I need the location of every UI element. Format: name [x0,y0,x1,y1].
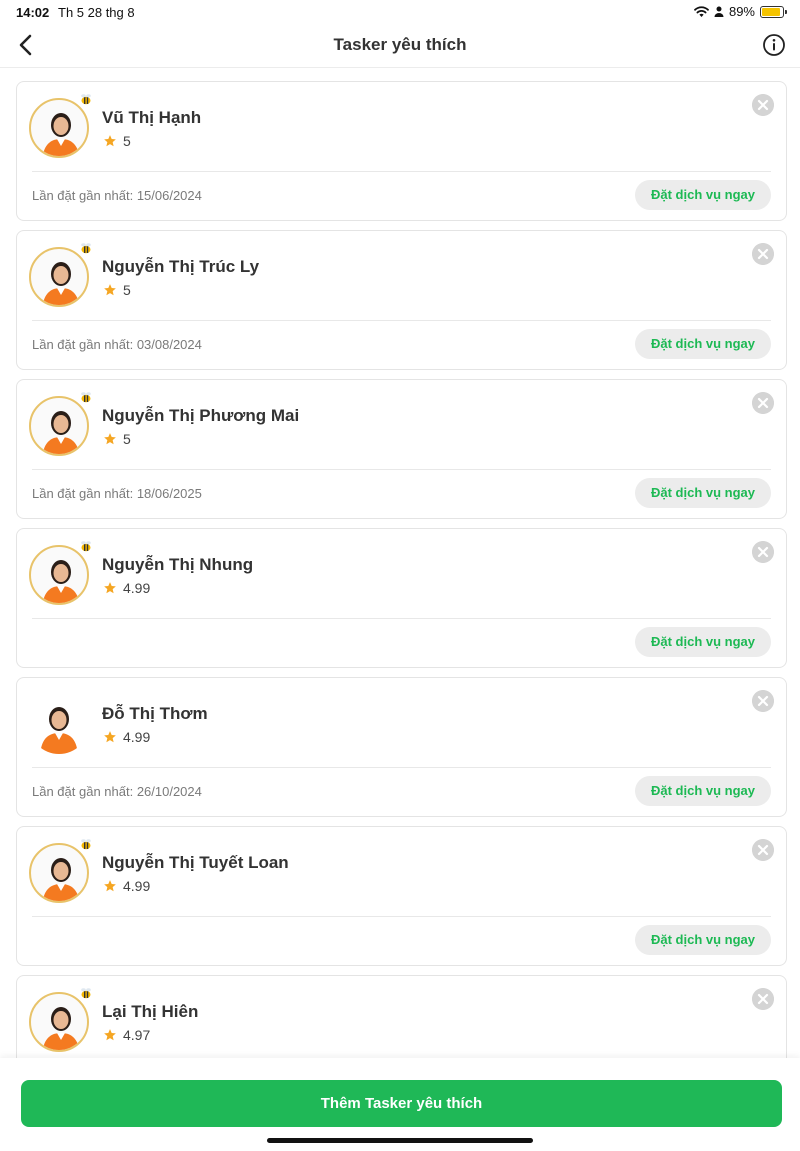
tasker-card[interactable]: Nguyễn Thị Phương Mai 5 Lần đặt gần nhất: … [16,379,787,519]
avatar-photo [29,396,89,456]
battery-icon [760,5,787,18]
tasker-name: Nguyễn Thị Phương Mai [102,406,300,425]
card-divider [32,171,771,172]
rating-value: 4.97 [123,1027,151,1043]
card-divider [32,469,771,470]
bee-badge-icon [81,988,91,999]
tasker-rating: 5 [103,282,131,298]
tasker-name: Nguyễn Thị Tuyết Loan [102,853,289,872]
book-now-button[interactable]: Đặt dịch vụ ngay [635,925,771,955]
info-icon[interactable] [762,33,786,57]
add-favorite-tasker-button[interactable]: Thêm Tasker yêu thích [21,1080,782,1127]
close-circle-icon[interactable] [752,988,774,1010]
bee-badge-icon [81,94,91,105]
status-bar: 14:02 Th 5 28 thg 8 89% [0,0,800,24]
close-circle-icon[interactable] [752,392,774,414]
rating-value: 4.99 [123,729,151,745]
tasker-rating: 4.99 [103,729,150,745]
avatar-photo [29,98,89,158]
star-icon [104,135,116,147]
home-indicator [267,1138,533,1143]
tasker-name: Lại Thị Hiên [102,1002,199,1021]
star-icon [104,731,116,743]
avatar [27,541,91,607]
avatar-photo [29,545,89,605]
bee-badge-icon [81,839,91,850]
star-icon [104,284,116,296]
star-icon [104,1029,116,1041]
tasker-card[interactable]: Nguyễn Thị Trúc Ly 5 Lần đặt gần nhất: 03/… [16,230,787,370]
tasker-card[interactable]: Đỗ Thị Thơm 4.99 Lần đặt gần nhất: 26/10/2… [16,677,787,817]
avatar [27,988,91,1054]
book-now-button[interactable]: Đặt dịch vụ ngay [635,180,771,210]
close-circle-icon[interactable] [752,94,774,116]
bee-badge-icon [81,243,91,254]
avatar-photo [29,843,89,903]
close-circle-icon[interactable] [752,690,774,712]
last-booked-date: Lần đặt gần nhất: 03/08/2024 [32,337,202,352]
close-circle-icon[interactable] [752,541,774,563]
book-now-button[interactable]: Đặt dịch vụ ngay [635,329,771,359]
rating-value: 5 [123,282,131,298]
star-icon [104,582,116,594]
card-divider [32,767,771,768]
last-booked-date: Lần đặt gần nhất: 18/06/2025 [32,486,202,501]
avatar-photo [29,247,89,307]
last-booked-date: Lần đặt gần nhất: 26/10/2024 [32,784,202,799]
card-divider [32,618,771,619]
rating-value: 5 [123,431,131,447]
battery-level [762,7,780,16]
rating-value: 5 [123,133,131,149]
rating-value: 4.99 [123,580,151,596]
footer: Thêm Tasker yêu thích [0,1058,800,1151]
wifi-icon [694,5,709,17]
avatar [27,692,91,756]
page-title: Tasker yêu thích [333,35,467,54]
star-icon [104,433,116,445]
avatar-photo [29,694,89,754]
tasker-name: Nguyễn Thị Trúc Ly [102,257,260,276]
book-now-button[interactable]: Đặt dịch vụ ngay [635,478,771,508]
tasker-rating: 5 [103,431,131,447]
tasker-card[interactable]: Vũ Thị Hạnh 5 Lần đặt gần nhất: 15/06/2024… [16,81,787,221]
book-now-button[interactable]: Đặt dịch vụ ngay [635,627,771,657]
tasker-rating: 4.99 [103,580,150,596]
avatar [27,392,91,458]
star-icon [104,880,116,892]
bee-badge-icon [81,541,91,552]
avatar-photo [29,992,89,1052]
status-indicators: 89% [694,4,787,19]
favorite-tasker-list[interactable]: Vũ Thị Hạnh 5 Lần đặt gần nhất: 15/06/2024… [0,68,800,1058]
close-circle-icon[interactable] [752,243,774,265]
status-time: 14:02 [16,5,50,20]
tasker-rating: 4.97 [103,1027,150,1043]
battery-percent: 89% [728,4,755,19]
last-booked-date: Lần đặt gần nhất: 15/06/2024 [32,188,202,203]
tasker-name: Nguyễn Thị Nhung [102,555,254,574]
tasker-card[interactable]: Nguyễn Thị Tuyết Loan 4.99 Đặt dịch vụ nga… [16,826,787,966]
bee-badge-icon [81,392,91,403]
avatar [27,839,91,905]
person-icon [714,6,724,17]
tasker-name: Đỗ Thị Thơm [102,704,208,723]
avatar [27,94,91,160]
rating-value: 4.99 [123,878,151,894]
tasker-card[interactable]: Lại Thị Hiên4.97Đặt dịch vụ ngay [16,975,787,1058]
header: Tasker yêu thích [0,24,800,68]
tasker-rating: 5 [103,133,131,149]
card-divider [32,916,771,917]
tasker-rating: 4.99 [103,878,150,894]
card-divider [32,320,771,321]
close-circle-icon[interactable] [752,839,774,861]
book-now-button[interactable]: Đặt dịch vụ ngay [635,776,771,806]
status-date: Th 5 28 thg 8 [58,5,135,20]
tasker-card[interactable]: Nguyễn Thị Nhung 4.99 Đặt dịch vụ ngay [16,528,787,668]
tasker-name: Vũ Thị Hạnh [102,108,202,127]
avatar [27,243,91,309]
